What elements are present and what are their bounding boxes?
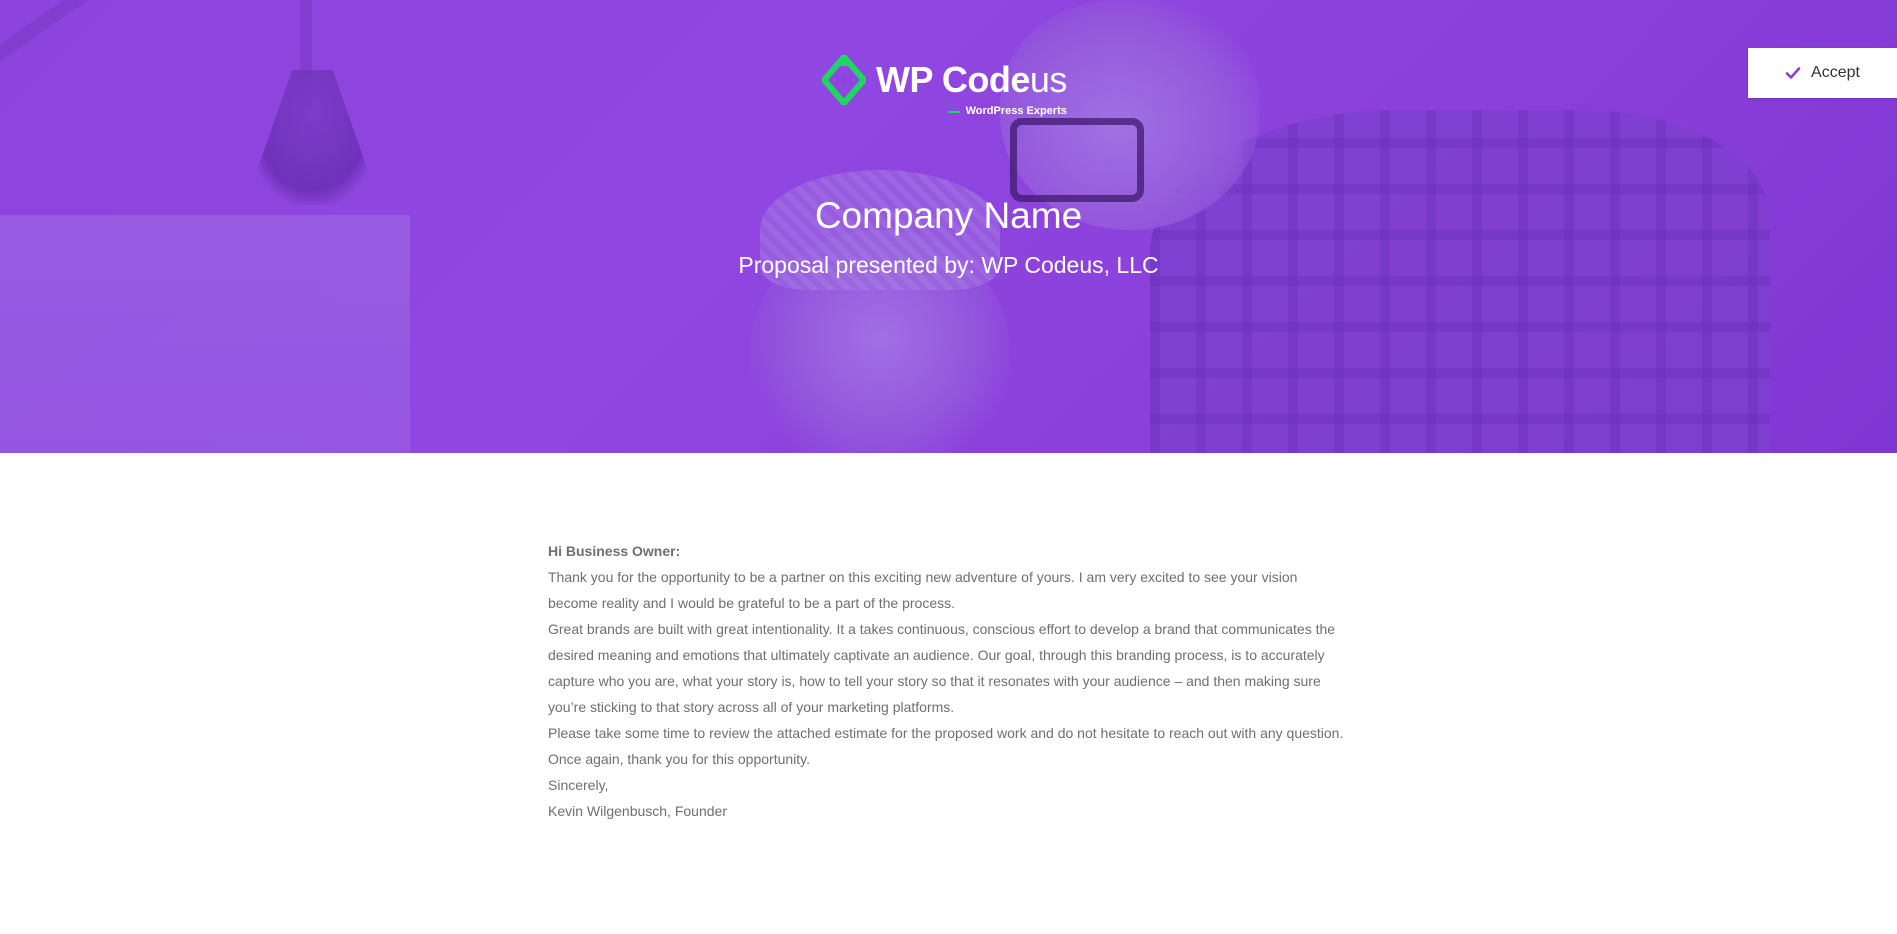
- letter-signature: Kevin Wilgenbusch, Founder: [548, 803, 727, 819]
- logo-name-bold: WP Code: [876, 59, 1030, 100]
- logo-wordmark: WP Codeus WordPress Experts: [876, 62, 1067, 117]
- photo-lamp-arm-shape: [0, 0, 247, 73]
- accept-button[interactable]: Accept: [1748, 48, 1897, 98]
- logo-name-light: us: [1029, 59, 1068, 100]
- letter-paragraph-4: Once again, thank you for this opportuni…: [548, 751, 811, 767]
- letter-paragraph-3: Please take some time to review the atta…: [548, 725, 1344, 741]
- letter-paragraph-1: Thank you for the opportunity to be a pa…: [548, 569, 1298, 611]
- hero-banner: WP Codeus WordPress Experts Company Name…: [0, 0, 1897, 453]
- proposal-letter: Hi Business Owner: Thank you for the opp…: [548, 538, 1348, 824]
- letter-closing: Sincerely,: [548, 777, 609, 793]
- letter-greeting: Hi Business Owner:: [548, 543, 681, 559]
- brand-logo[interactable]: WP Codeus WordPress Experts: [822, 50, 1067, 117]
- logo-tagline-text: WordPress Experts: [965, 105, 1067, 117]
- page-title: Company Name: [814, 195, 1083, 236]
- check-icon: [1785, 67, 1801, 79]
- accept-button-label: Accept: [1811, 64, 1860, 81]
- logo-tagline: WordPress Experts: [947, 105, 1067, 117]
- letter-paragraph-2: Great brands are built with great intent…: [548, 621, 1336, 715]
- photo-glasses-shape: [1010, 118, 1144, 202]
- logo-tagline-dash: [947, 110, 960, 113]
- logo-name: WP Codeus: [876, 62, 1067, 98]
- page-subtitle: Proposal presented by: WP Codeus, LLC: [738, 252, 1159, 278]
- logo-mark-icon: [822, 55, 866, 105]
- photo-lamp-shade-shape: [245, 70, 380, 205]
